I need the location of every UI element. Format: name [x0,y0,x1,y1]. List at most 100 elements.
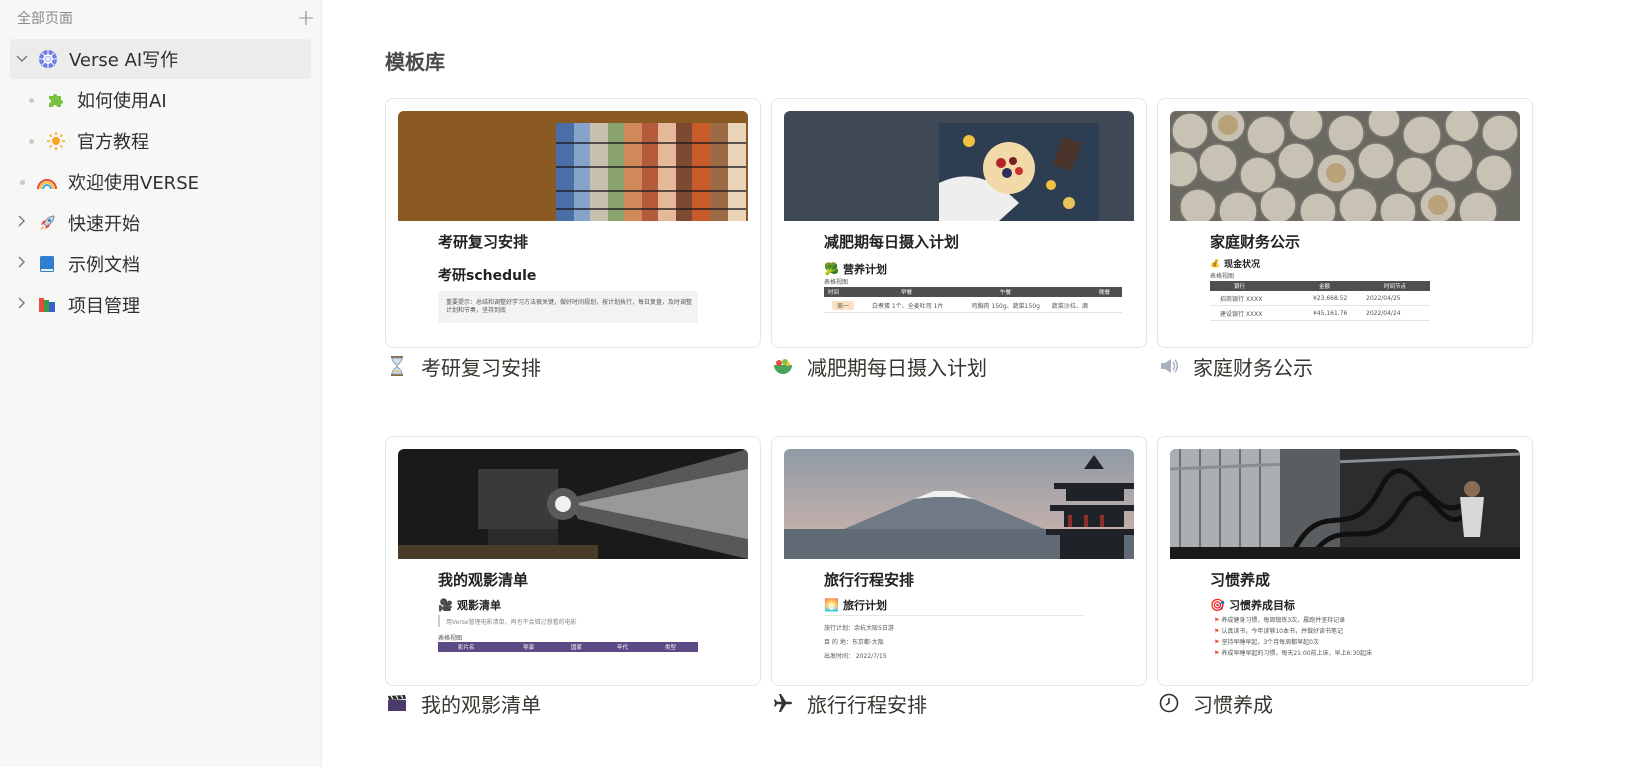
sidebar-header-label: 全部页面 [17,11,73,27]
sidebar-item-quick-start[interactable]: 快速开始 [10,203,311,243]
preview-subheading: 🥦 营养计划 [824,262,887,276]
bullet-dot [29,97,34,103]
template-cover-image [398,111,748,221]
bullet-dot [20,179,25,185]
sidebar: 全部页面 + Verse AI写作 如何使用AI 官方教程 欢迎使用VERSE … [0,0,322,767]
preview-line: ⚑ 养成健身习惯，每周锻炼3次，晨跑并坚持记录 [1214,617,1346,624]
sun-icon [45,130,67,152]
preview-view-label: 表格视图 [824,279,849,286]
template-card-movie-list[interactable]: 我的观影清单 🎥 观影清单 用Verse管理电影清单，再也不会错过想看的电影 表格… [385,436,761,686]
template-title-family-finance[interactable]: 家庭财务公示 [1157,351,1313,381]
preview-subheading: 🎯 习惯养成目标 [1210,598,1295,612]
template-title-habit[interactable]: 习惯养成 [1157,688,1273,718]
clapper-icon [385,691,409,715]
sidebar-item-project-management[interactable]: 项目管理 [10,285,311,325]
preview-line: 目 的 地：东京都·大阪 [824,639,884,646]
sidebar-item-label: 官方教程 [77,132,149,153]
clock-icon [1157,691,1181,715]
preview-line: ⚑ 坚持早睡早起，3个月每周都早起0次 [1214,639,1319,646]
chevron-down-icon[interactable] [14,51,30,67]
target-icon: 🎯 [1210,598,1225,612]
rocket-icon [36,212,58,234]
preview-quote: 用Verse管理电影清单，再也不会错过想看的电影 [446,619,577,626]
preview-subheading: 🌅 旅行计划 [824,598,887,612]
template-card-diet-plan[interactable]: 减肥期每日摄入计划 🥦 营养计划 表格视图 时间 早餐 午餐 晚餐 周一 白煮蛋 1个、… [771,98,1147,348]
sidebar-item-example-docs[interactable]: 示例文档 [10,244,311,284]
preview-subheading: 💰 现金状况 [1210,259,1260,270]
sidebar-item-label: Verse AI写作 [69,50,179,71]
preview-heading: 旅行行程安排 [824,571,915,589]
preview-subheading: 🎥 观影清单 [438,598,501,612]
template-card-family-finance[interactable]: 家庭财务公示 💰 现金状况 表格视图 银行 金额 时间节点 招商银行 XXXX ¥23,… [1157,98,1533,348]
sidebar-item-label: 项目管理 [68,296,140,317]
preview-table-row: 招商银行 XXXX ¥23,668.52 2022/04/25 [1210,292,1430,306]
sidebar-item-label: 如何使用AI [77,91,167,112]
quote-bar [438,615,440,627]
preview-table-row: 周一 白煮蛋 1个、全麦吐司 1片 鸡胸肉 150g、蔬菜150g 蔬菜沙拉、酒 [824,299,1122,313]
template-title-exam-review[interactable]: 考研复习安排 [385,351,541,381]
preview-heading: 减肥期每日摄入计划 [824,233,960,251]
hourglass-icon [385,354,409,378]
template-cover-image [1170,449,1520,559]
sidebar-item-verse-ai[interactable]: Verse AI写作 [10,39,311,79]
sidebar-item-welcome[interactable]: 欢迎使用VERSE [10,162,311,202]
template-title-diet-plan[interactable]: 减肥期每日摄入计划 [771,351,987,381]
chevron-right-icon[interactable] [14,256,30,272]
sidebar-item-how-to-use-ai[interactable]: 如何使用AI [10,80,311,120]
flag-icon: ⚑ [1214,639,1220,646]
speaker-icon [1157,354,1181,378]
preview-heading: 家庭财务公示 [1210,233,1301,251]
template-cover-image [1170,111,1520,221]
template-title-travel-plan[interactable]: 旅行行程安排 [771,688,927,718]
chevron-right-icon[interactable] [14,297,30,313]
sunrise-icon: 🌅 [824,598,839,612]
preview-table-header: 银行 金额 时间节点 [1210,281,1430,291]
main-content: 模板库 考研复习安排 考研schedule 重要提示：总结和调整好学习方法很关键… [322,0,1626,767]
moneybag-icon: 💰 [1210,259,1220,268]
sidebar-item-label: 示例文档 [68,255,140,276]
film-icon: 🎥 [438,598,453,612]
app-root: 全部页面 + Verse AI写作 如何使用AI 官方教程 欢迎使用VERSE … [0,0,1626,767]
template-card-exam-review[interactable]: 考研复习安排 考研schedule 重要提示：总结和调整好学习方法很关键，做好时… [385,98,761,348]
template-title-movie-list[interactable]: 我的观影清单 [385,688,541,718]
template-card-travel-plan[interactable]: 旅行行程安排 🌅 旅行计划 旅行计划：余杭大阪5日游 目 的 地：东京都·大阪 出… [771,436,1147,686]
preview-view-label: 表格视图 [438,635,463,642]
preview-line: 旅行计划：余杭大阪5日游 [824,625,894,632]
blue-book-icon [36,253,58,275]
preview-line: ⚑ 认真读书，今年读够10本书，并做好读书笔记 [1214,628,1343,635]
preview-subheading: 考研schedule [438,268,537,284]
template-cover-image [784,449,1134,559]
chevron-right-icon[interactable] [14,215,30,231]
bullet-dot [29,138,34,144]
preview-heading: 我的观影清单 [438,571,529,589]
template-cover-image [398,449,748,559]
broccoli-icon: 🥦 [824,262,839,276]
template-preview: 旅行行程安排 🌅 旅行计划 旅行计划：余杭大阪5日游 目 的 地：东京都·大阪 出… [784,559,1134,675]
template-card-habit[interactable]: 习惯养成 🎯 习惯养成目标 ⚑ 养成健身习惯，每周锻炼3次，晨跑并坚持记录 ⚑ 认… [1157,436,1533,686]
template-cover-image [784,111,1134,221]
preview-table-header: 影片名 导演 国家 年代 类型 [438,642,698,652]
sidebar-item-label: 欢迎使用VERSE [68,173,199,194]
preview-table-row: 建设银行 XXXX ¥45,161.76 2022/04/24 [1210,307,1430,321]
template-preview: 习惯养成 🎯 习惯养成目标 ⚑ 养成健身习惯，每周锻炼3次，晨跑并坚持记录 ⚑ 认… [1170,559,1520,675]
divider [824,615,1084,616]
verse-logo-icon [37,48,59,70]
preview-table-header: 时间 早餐 午餐 晚餐 [824,287,1122,297]
template-preview: 家庭财务公示 💰 现金状况 表格视图 银行 金额 时间节点 招商银行 XXXX ¥23,… [1170,221,1520,337]
template-preview: 减肥期每日摄入计划 🥦 营养计划 表格视图 时间 早餐 午餐 晚餐 周一 白煮蛋 1个、… [784,221,1134,337]
sidebar-item-official-tutorial[interactable]: 官方教程 [10,121,311,161]
page-title: 模板库 [385,50,445,74]
template-preview: 我的观影清单 🎥 观影清单 用Verse管理电影清单，再也不会错过想看的电影 表格… [398,559,748,675]
flag-icon: ⚑ [1214,650,1220,657]
airplane-icon [771,691,795,715]
flag-icon: ⚑ [1214,628,1220,635]
puzzle-icon [45,89,67,111]
sidebar-item-label: 快速开始 [68,214,140,235]
add-page-button[interactable]: + [295,8,317,30]
template-preview: 考研复习安排 考研schedule 重要提示：总结和调整好学习方法很关键，做好时… [398,221,748,337]
preview-view-label: 表格视图 [1210,273,1235,280]
preview-heading: 习惯养成 [1210,571,1271,589]
books-icon [36,294,58,316]
salad-icon [771,354,795,378]
preview-line: ⚑ 养成早睡早起的习惯，每天21:00前上床，早上6:30起床 [1214,650,1373,657]
